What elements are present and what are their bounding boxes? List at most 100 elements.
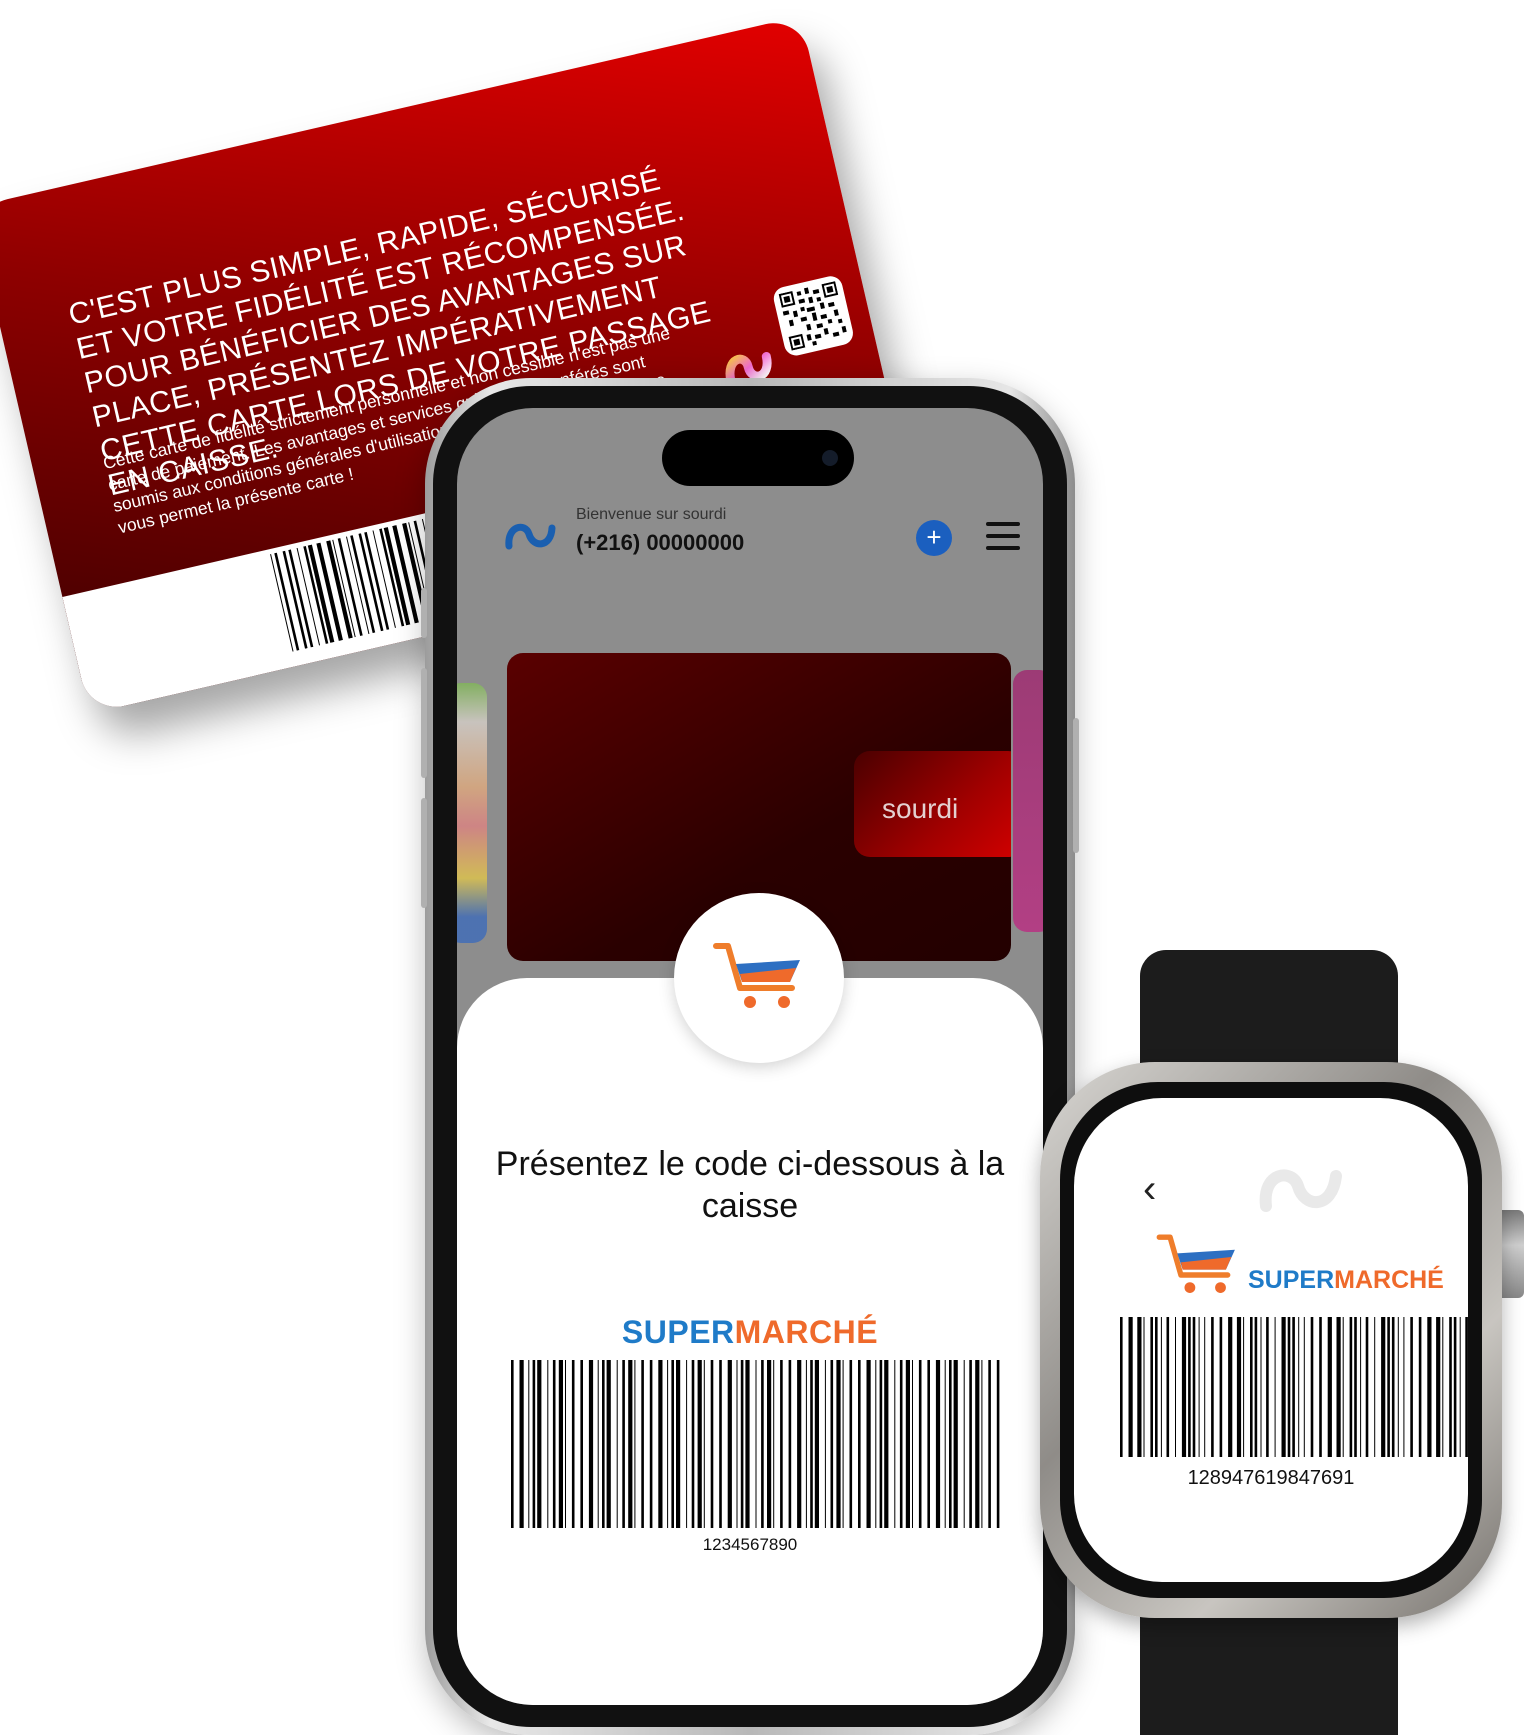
- next-card-peek[interactable]: [1013, 670, 1043, 932]
- barcode-bar: [988, 1360, 991, 1528]
- barcode-bar: [616, 1360, 618, 1528]
- barcode-bar: [773, 1360, 775, 1528]
- menu-icon[interactable]: [986, 522, 1020, 552]
- barcode-bar: [858, 1360, 861, 1528]
- barcode-bar: [558, 1360, 563, 1528]
- barcode-bar: [1274, 1317, 1276, 1457]
- barcode-bar: [1143, 1317, 1145, 1457]
- barcode-bar: [830, 1360, 834, 1528]
- barcode-bar: [1418, 1317, 1422, 1457]
- barcode-bar: [671, 1360, 674, 1528]
- store-brand: SUPERMARCHÉ: [457, 1314, 1043, 1351]
- barcode-bar: [602, 1360, 605, 1528]
- barcode-bar: [944, 1360, 946, 1528]
- barcode-bar: [1243, 1317, 1245, 1457]
- barcode-bar: [1381, 1317, 1386, 1457]
- barcode-bar: [884, 1360, 889, 1528]
- barcode-bar: [1391, 1317, 1395, 1457]
- barcode-bar: [875, 1360, 877, 1528]
- barcode-bar: [532, 1360, 536, 1528]
- brand-marche: MARCHÉ: [734, 1314, 879, 1350]
- user-phone-number: (+216) 00000000: [576, 530, 745, 555]
- phone-side-button: [421, 588, 427, 638]
- sourdi-logo-icon[interactable]: [503, 518, 558, 556]
- barcode-bar: [1365, 1317, 1369, 1457]
- barcode-bar: [1336, 1317, 1341, 1457]
- barcode-bar: [1410, 1317, 1413, 1457]
- barcode-bar: [894, 1360, 896, 1528]
- barcode-bar: [565, 1360, 566, 1528]
- barcode-bar: [519, 1360, 524, 1528]
- barcode-bar: [981, 1360, 983, 1528]
- barcode-bar: [588, 1360, 594, 1528]
- barcode-bar: [606, 1360, 611, 1528]
- store-barcode: [1120, 1317, 1468, 1457]
- barcode-number: 1234567890: [702, 1535, 798, 1554]
- barcode-bar: [1287, 1317, 1291, 1457]
- brand-super: SUPER: [1248, 1266, 1335, 1294]
- barcode-bar: [1181, 1317, 1187, 1457]
- barcode-bar: [849, 1360, 853, 1528]
- barcode-bar: [975, 1360, 980, 1528]
- barcode-bar: [824, 1360, 826, 1528]
- barcode-bar: [1342, 1317, 1344, 1457]
- store-logo-circle: [674, 893, 844, 1063]
- barcode-bar: [912, 1360, 913, 1528]
- sourdi-logo-icon: [1259, 1169, 1342, 1212]
- brand-super: SUPER: [621, 1314, 735, 1350]
- barcode-bar: [953, 1360, 958, 1528]
- add-card-button[interactable]: +: [916, 520, 952, 556]
- barcode-bar: [537, 1360, 542, 1528]
- barcode-bar: [927, 1360, 930, 1528]
- barcode-bar: [580, 1360, 583, 1528]
- barcode-bar: [1459, 1317, 1461, 1457]
- instruction-text: Présentez le code ci-dessous à la caisse: [495, 1145, 1005, 1225]
- barcode-bar: [805, 1360, 807, 1528]
- barcode-bar: [547, 1360, 549, 1528]
- barcode-bar: [740, 1360, 744, 1528]
- barcode-number: 128947619847691: [1187, 1467, 1355, 1489]
- barcode-bar: [1397, 1317, 1399, 1457]
- shopping-cart-icon: [1156, 1234, 1235, 1293]
- barcode-bar: [949, 1360, 952, 1528]
- barcode-bar: [963, 1360, 965, 1528]
- barcode-bar: [1403, 1317, 1405, 1457]
- barcode-bar: [1319, 1317, 1322, 1457]
- chevron-left-icon[interactable]: ‹: [1143, 1169, 1156, 1209]
- barcode-bar: [1298, 1317, 1300, 1457]
- barcode-bar: [1354, 1317, 1357, 1457]
- barcode-bar: [780, 1360, 783, 1528]
- barcode-bar: [767, 1360, 772, 1528]
- smartwatch-device: ‹ SUPERMARCHÉ 128947619847691: [1040, 1062, 1502, 1618]
- watch-screen: ‹ SUPERMARCHÉ 128947619847691: [1074, 1098, 1468, 1582]
- barcode-bar: [935, 1360, 941, 1528]
- barcode-bar: [1198, 1317, 1200, 1457]
- barcode-bar: [676, 1360, 681, 1528]
- barcode-bar: [1250, 1317, 1253, 1457]
- barcode-bar: [528, 1360, 530, 1528]
- previous-card-peek[interactable]: [457, 683, 487, 943]
- barcode-bar: [697, 1360, 702, 1528]
- phone-device: Bienvenue sur sourdi (+216) 00000000 + s…: [421, 378, 1079, 1735]
- barcode-bar: [1327, 1317, 1332, 1457]
- barcode-bar: [1211, 1317, 1214, 1457]
- barcode-bar: [1453, 1317, 1457, 1457]
- barcode-bar: [1349, 1317, 1353, 1457]
- barcode-bar: [1360, 1317, 1362, 1457]
- barcode-bar: [797, 1360, 802, 1528]
- barcode-bar: [788, 1360, 792, 1528]
- barcode-bar: [1303, 1317, 1305, 1457]
- barcode-bar: [1150, 1317, 1153, 1457]
- barcode-bar: [1266, 1317, 1269, 1457]
- barcode-bar: [727, 1360, 732, 1528]
- barcode-bar: [866, 1360, 871, 1528]
- barcode-bar: [641, 1360, 644, 1528]
- phone-power-button: [1073, 718, 1079, 853]
- barcode-bar: [1175, 1317, 1176, 1457]
- card-brand-label: sourdi: [882, 793, 959, 824]
- barcode-bar: [1188, 1317, 1191, 1457]
- barcode-bar: [1260, 1317, 1262, 1457]
- barcode-bar: [899, 1360, 903, 1528]
- barcode-bar: [571, 1360, 575, 1528]
- barcode-bar: [719, 1360, 722, 1528]
